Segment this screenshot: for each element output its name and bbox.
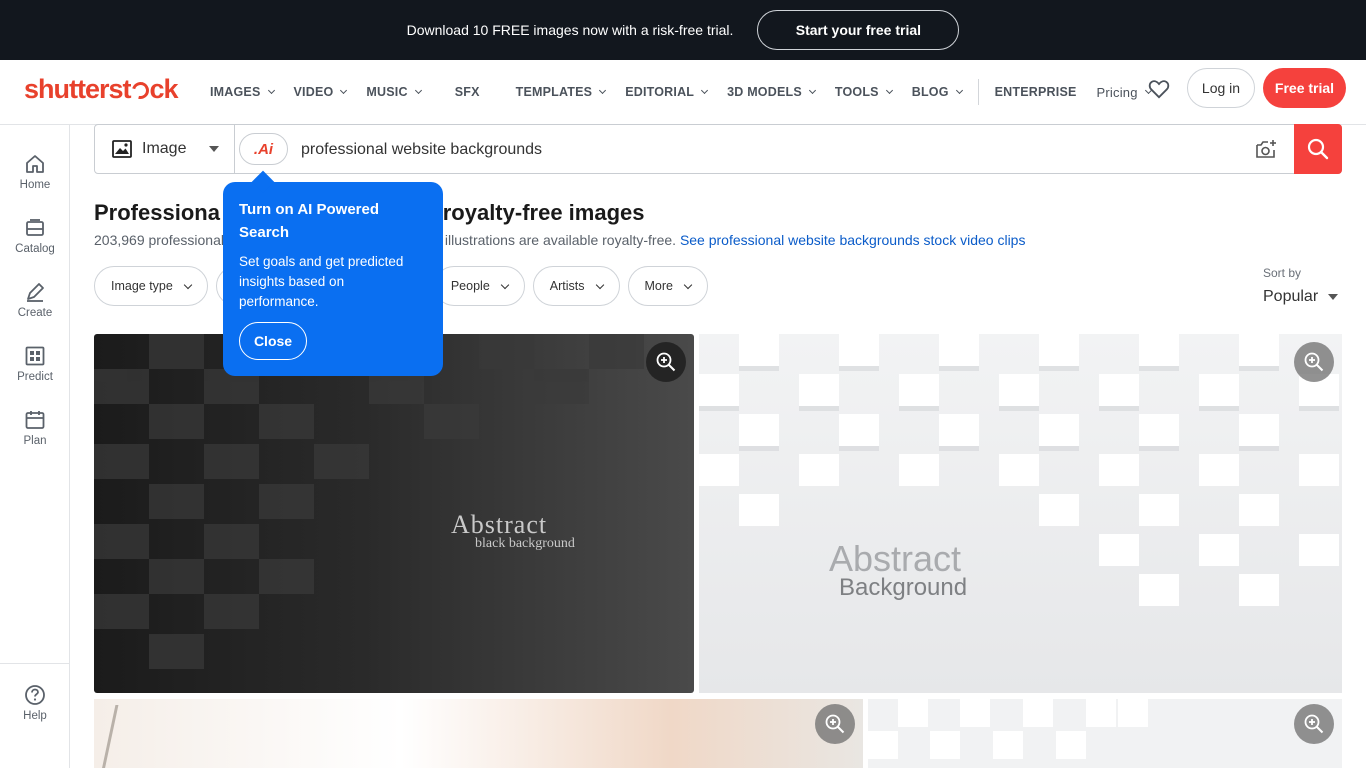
chevron-down-icon	[500, 280, 510, 289]
help-icon	[25, 685, 45, 705]
nav-images[interactable]: IMAGES	[210, 85, 275, 99]
rail-help[interactable]: Help	[0, 684, 70, 722]
logo-ring-icon	[128, 78, 152, 103]
favorites-heart-icon[interactable]	[1148, 79, 1170, 99]
result-image-white-abstract[interactable]: Abstract Background	[699, 334, 1342, 693]
search-button[interactable]	[1294, 124, 1342, 174]
chevron-down-icon	[183, 280, 193, 289]
dark-image-text: Abstract black background	[451, 510, 575, 551]
tooltip-close-button[interactable]: Close	[239, 322, 307, 360]
promo-text: Download 10 FREE images now with a risk-…	[406, 22, 734, 38]
white-cubes-pattern	[868, 699, 1148, 759]
white-cubes-pattern	[699, 334, 1339, 606]
zoom-button[interactable]	[646, 342, 686, 382]
white-image-text: Abstract Background	[829, 538, 968, 601]
nav-pricing[interactable]: Pricing	[1097, 85, 1152, 100]
nav-sfx[interactable]: SFX	[455, 85, 480, 99]
result-image-dark-abstract[interactable]: Abstract black background	[94, 334, 694, 693]
catalog-icon	[26, 219, 44, 236]
shutterstock-logo[interactable]: shutterst ck	[24, 74, 179, 105]
nav-enterprise[interactable]: ENTERPRISE	[995, 85, 1077, 99]
plan-calendar-icon	[25, 411, 45, 429]
camera-search-icon[interactable]	[1255, 139, 1277, 159]
chevron-down-icon	[340, 86, 348, 95]
sort-label: Sort by	[1263, 266, 1302, 280]
zoom-in-icon	[825, 714, 845, 734]
rail-plan[interactable]: Plan	[0, 409, 70, 447]
predict-grid-icon	[25, 346, 45, 366]
nav-editorial[interactable]: EDITORIAL	[625, 85, 709, 99]
zoom-button[interactable]	[815, 704, 855, 744]
ai-search-toggle[interactable]: .Ai	[239, 133, 288, 165]
chevron-down-icon	[955, 86, 963, 95]
laptop-edge-shape	[100, 705, 146, 768]
filter-artists[interactable]: Artists	[532, 266, 620, 306]
rail-divider	[0, 663, 70, 664]
search-input[interactable]	[301, 138, 1241, 162]
search-type-select[interactable]: Image	[95, 125, 235, 173]
main-nav: IMAGES VIDEO MUSIC SFX TEMPLATES EDITORI…	[210, 60, 1171, 124]
filter-people[interactable]: People	[433, 266, 525, 306]
search-bar: Image .Ai	[94, 124, 1342, 174]
image-icon	[112, 140, 132, 158]
ai-search-tooltip: Turn on AI Powered Search Set goals and …	[223, 182, 443, 376]
zoom-in-icon	[656, 352, 676, 372]
tooltip-body: Set goals and get predicted insights bas…	[239, 254, 404, 309]
create-pencil-icon	[27, 283, 44, 302]
chevron-down-icon	[683, 280, 693, 289]
free-trial-button[interactable]: Free trial	[1263, 68, 1346, 108]
result-image-office[interactable]	[94, 699, 863, 768]
filter-more[interactable]: More	[627, 266, 708, 306]
sort-select[interactable]: Popular	[1263, 288, 1339, 306]
promo-banner: Download 10 FREE images now with a risk-…	[0, 0, 1366, 60]
zoom-button[interactable]	[1294, 704, 1334, 744]
dark-cubes-pattern	[94, 334, 644, 669]
nav-music[interactable]: MUSIC	[366, 85, 422, 99]
start-free-trial-button[interactable]: Start your free trial	[757, 10, 960, 50]
caret-down-icon	[209, 146, 219, 152]
chevron-down-icon	[267, 86, 275, 95]
login-button[interactable]: Log in	[1187, 68, 1255, 108]
tooltip-title: Turn on AI Powered Search	[239, 201, 380, 241]
chevron-down-icon	[701, 86, 709, 95]
search-icon	[1307, 138, 1329, 160]
rail-predict[interactable]: Predict	[0, 345, 70, 383]
nav-3d-models[interactable]: 3D MODELS	[727, 85, 816, 99]
zoom-in-icon	[1304, 352, 1324, 372]
zoom-button[interactable]	[1294, 342, 1334, 382]
nav-blog[interactable]: BLOG	[912, 85, 963, 99]
home-icon	[26, 155, 44, 173]
nav-templates[interactable]: TEMPLATES	[516, 85, 607, 99]
chevron-down-icon	[885, 86, 893, 95]
chevron-down-icon	[599, 86, 607, 95]
chevron-down-icon	[808, 86, 816, 95]
nav-tools[interactable]: TOOLS	[835, 85, 893, 99]
nav-divider	[977, 79, 979, 105]
filter-image-type[interactable]: Image type	[94, 266, 208, 306]
rail-home[interactable]: Home	[0, 153, 70, 191]
left-rail: Home Catalog Create Predict Plan Help	[0, 125, 70, 768]
zoom-in-icon	[1304, 714, 1324, 734]
chevron-down-icon	[414, 86, 422, 95]
video-clips-link[interactable]: See professional website backgrounds sto…	[680, 232, 1026, 248]
chevron-down-icon	[595, 280, 604, 289]
caret-down-icon	[1328, 294, 1339, 300]
rail-create[interactable]: Create	[0, 281, 70, 319]
rail-catalog[interactable]: Catalog	[0, 217, 70, 255]
nav-video[interactable]: VIDEO	[294, 85, 348, 99]
result-image-white-cubes-2[interactable]	[868, 699, 1342, 768]
